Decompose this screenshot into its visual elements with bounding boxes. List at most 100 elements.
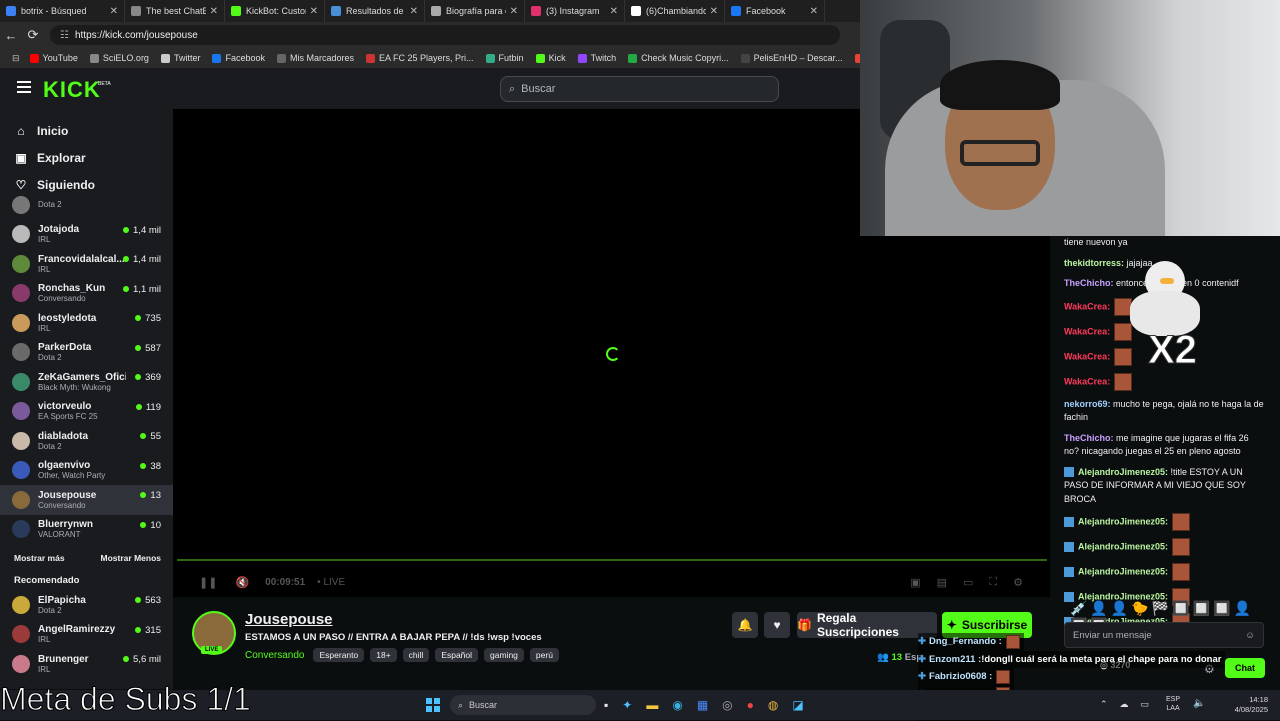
tray-chevron-icon[interactable]: ⌃ (1100, 699, 1108, 710)
bookmark-item[interactable]: PelisEnHD – Descar... (740, 53, 843, 63)
gift-subs-button[interactable]: 🎁 Regala Suscripciones (797, 611, 937, 639)
sidebar-channel[interactable]: Brunenger IRL 5,6 mil (0, 649, 173, 679)
task-view-icon[interactable]: ▪ (604, 698, 608, 712)
browser-tab[interactable]: (3) Instagram ✕ (525, 0, 625, 22)
browser-tab[interactable]: Biografía para ca ✕ (425, 0, 525, 22)
follow-heart-icon[interactable]: ♥ (764, 612, 790, 638)
chat-username[interactable]: WakaCrea: (1064, 301, 1110, 311)
nav-home[interactable]: ⌂ Inicio (0, 117, 173, 144)
xbox-icon[interactable]: ◎ (722, 698, 732, 712)
bookmark-item[interactable]: EA FC 25 Players, Pri... (366, 53, 474, 63)
bookmark-item[interactable]: YouTube (29, 53, 78, 63)
browser-tab[interactable]: (6)Chambiando ✕ (625, 0, 725, 22)
clock[interactable]: 14:18 4/08/2025 (1222, 695, 1268, 715)
nav-explore[interactable]: ▣ Explorar (0, 144, 173, 171)
edge-icon[interactable]: ◉ (672, 698, 682, 712)
clip-icon[interactable]: ▤ (937, 576, 947, 589)
sidebar-channel[interactable]: diabladota Dota 2 55 (0, 426, 173, 456)
cloud-icon[interactable]: ☁ (1120, 699, 1129, 710)
stream-tag[interactable]: Español (435, 648, 479, 662)
file-explorer-icon[interactable]: ▬ (646, 698, 658, 712)
sidebar-channel[interactable]: Francovidalalcal... IRL 1,4 mil (0, 249, 173, 279)
url-input[interactable]: ☷ https://kick.com/jousepouse (50, 25, 840, 45)
chat-username[interactable]: nekorro69: (1064, 399, 1111, 409)
settings-icon[interactable]: ⚙ (1013, 576, 1023, 589)
browser-tab[interactable]: Resultados de fú ✕ (325, 0, 425, 22)
tab-close-icon[interactable]: ✕ (510, 6, 518, 17)
stream-category[interactable]: Conversando (245, 650, 304, 661)
search-input[interactable]: ⌕ Buscar (500, 76, 779, 102)
site-info-icon[interactable]: ☷ (60, 30, 69, 41)
browser-tab[interactable]: botrix - Búsqued ✕ (0, 0, 125, 22)
chrome-icon[interactable]: ◍ (768, 698, 778, 712)
stream-tag[interactable]: gaming (484, 648, 524, 662)
sidebar-channel[interactable]: Ronchas_Kun Conversando 1,1 mil (0, 279, 173, 309)
menu-icon[interactable] (17, 81, 31, 93)
chat-username[interactable]: WakaCrea: (1064, 351, 1110, 361)
chat-username[interactable]: AlejandroJimenez05: (1078, 467, 1168, 477)
language-indicator[interactable]: ESP LAA (1166, 695, 1180, 713)
taskbar-search[interactable]: ⌕ Buscar (450, 695, 596, 715)
sidebar-channel[interactable]: ZeKaGamers_OficialBlack Myth: Wukong 369 (0, 367, 173, 397)
progress-bar[interactable] (177, 559, 1047, 561)
bookmark-item[interactable]: Check Music Copyri... (628, 53, 729, 63)
bookmark-item[interactable]: Mis Marcadores (277, 53, 354, 63)
store-icon[interactable]: ▦ (697, 698, 708, 712)
app-blue-icon[interactable]: ◪ (792, 698, 803, 712)
chat-username[interactable]: WakaCrea: (1064, 326, 1110, 336)
tab-close-icon[interactable]: ✕ (110, 6, 118, 17)
pause-icon[interactable]: ❚❚ (199, 576, 217, 589)
copilot-icon[interactable]: ✦ (622, 698, 632, 712)
stream-tag[interactable]: 18+ (370, 648, 397, 662)
volume-icon[interactable]: 🔈 (1193, 698, 1205, 709)
sidebar-channel[interactable]: Jousepouse Conversando 13 (0, 485, 173, 515)
chat-username[interactable]: AlejandroJimenez05: (1078, 566, 1168, 576)
chat-username[interactable]: thekidtorress: (1064, 258, 1124, 268)
chat-username[interactable]: TheChicho: (1064, 278, 1114, 288)
sidebar-channel[interactable]: leostyledota IRL 735 (0, 308, 173, 338)
fullscreen-icon[interactable]: ⛶ (989, 576, 997, 589)
sidebar-channel[interactable]: ElPapicha Dota 2 563 (0, 590, 173, 620)
sidebar-channel[interactable]: Jotajoda IRL 1,4 mil (0, 220, 173, 250)
sidebar-channel[interactable]: victorveulo EA Sports FC 25 119 (0, 397, 173, 427)
bookmark-item[interactable]: Futbin (485, 53, 524, 63)
chat-username[interactable]: WakaCrea: (1064, 376, 1110, 386)
reload-icon[interactable]: ⟳ (22, 27, 44, 43)
sidebar-channel[interactable]: ParkerDota Dota 2 587 (0, 338, 173, 368)
bookmark-item[interactable]: SciELO.org (89, 53, 149, 63)
kick-logo[interactable]: KICK (43, 77, 101, 103)
theater-icon[interactable]: ▭ (963, 576, 973, 589)
windows-start-icon[interactable] (426, 698, 440, 712)
stream-tag[interactable]: chill (402, 648, 430, 662)
show-less-button[interactable]: Mostrar Menos (101, 553, 161, 563)
browser-tab[interactable]: Facebook ✕ (725, 0, 825, 22)
tab-close-icon[interactable]: ✕ (210, 6, 218, 17)
tab-close-icon[interactable]: ✕ (810, 6, 818, 17)
browser-tab[interactable]: KickBot: Custom ✕ (225, 0, 325, 22)
channel-name[interactable]: Jousepouse (245, 611, 333, 628)
bookmark-item[interactable]: Twitter (160, 53, 200, 63)
chat-username[interactable]: TheChicho: (1064, 433, 1114, 443)
notification-bell-icon[interactable]: 🔔 (732, 612, 758, 638)
stream-tag[interactable]: Esperanto (313, 648, 365, 662)
mute-icon[interactable]: 🔇 (235, 576, 249, 589)
apps-icon[interactable]: ⊟ (12, 53, 20, 64)
browser-tab[interactable]: The best ChatBot ✕ (125, 0, 225, 22)
sidebar-channel[interactable]: AngelRamirezzy IRL 315 (0, 620, 173, 650)
chat-username[interactable]: AlejandroJimenez05: (1078, 541, 1168, 551)
bookmark-item[interactable]: Facebook (212, 53, 265, 63)
bookmark-item[interactable]: Twitch (577, 53, 616, 63)
sidebar-channel[interactable]: Bluerrynwn VALORANT 10 (0, 515, 173, 545)
sidebar-channel[interactable]: Dota 2 (0, 190, 173, 220)
sidebar-channel[interactable]: olgaenvivo Other, Watch Party 38 (0, 456, 173, 486)
network-icon[interactable]: ▭ (1141, 699, 1150, 710)
chat-username[interactable]: AlejandroJimenez05: (1078, 516, 1168, 526)
bookmark-item[interactable]: Kick (535, 53, 566, 63)
app-red-icon[interactable]: ● (747, 698, 754, 712)
show-more-button[interactable]: Mostrar más (14, 553, 65, 563)
tab-close-icon[interactable]: ✕ (310, 6, 318, 17)
back-icon[interactable]: ← (0, 28, 22, 43)
pip-icon[interactable]: ▣ (910, 576, 920, 589)
stream-tag[interactable]: perú (529, 648, 559, 662)
tab-close-icon[interactable]: ✕ (410, 6, 418, 17)
